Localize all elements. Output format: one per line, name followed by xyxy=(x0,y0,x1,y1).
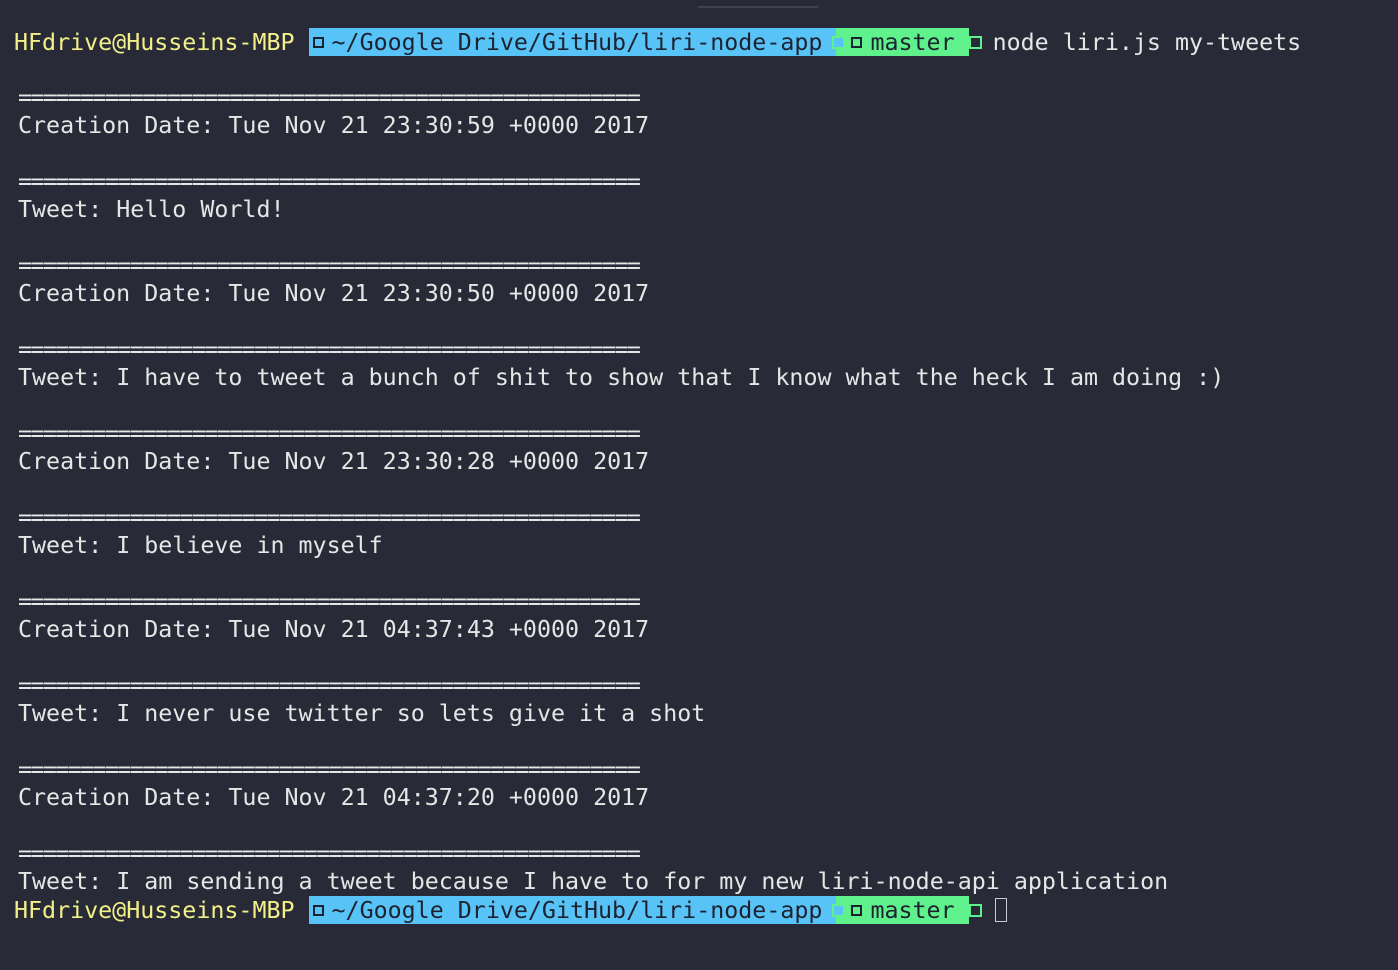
text-cursor[interactable] xyxy=(994,898,1007,922)
separator-line: ========================================… xyxy=(18,840,641,867)
prompt-branch: master xyxy=(870,896,955,924)
output-line: Creation Date: Tue Nov 21 23:30:59 +0000… xyxy=(18,112,650,139)
prompt-line-current[interactable]: HFdrive@Husseins-MBP ~/Google Drive/GitH… xyxy=(0,896,1301,924)
separator-line: ========================================… xyxy=(18,252,641,279)
output-line: Tweet: I never use twitter so lets give … xyxy=(18,700,706,727)
prompt-branch-segment: master xyxy=(832,28,969,56)
prompt-path: ~/Google Drive/GitHub/liri-node-app xyxy=(331,28,823,56)
prompt-user-host: HFdrive@Husseins-MBP xyxy=(14,28,295,56)
separator-line: ========================================… xyxy=(18,168,641,195)
prompt-command: node liri.js my-tweets xyxy=(992,28,1302,56)
output-line: Creation Date: Tue Nov 21 04:37:43 +0000… xyxy=(18,616,650,643)
separator-line: ========================================… xyxy=(18,588,641,615)
segment-end-icon xyxy=(968,35,982,49)
folder-icon xyxy=(312,36,324,48)
separator-line: ========================================… xyxy=(18,420,641,447)
output-line: Tweet: I am sending a tweet because I ha… xyxy=(18,868,1169,895)
separator-line: ========================================… xyxy=(18,756,641,783)
prompt-path: ~/Google Drive/GitHub/liri-node-app xyxy=(331,896,823,924)
segment-divider-icon xyxy=(832,35,846,49)
prompt-line: HFdrive@Husseins-MBP ~/Google Drive/GitH… xyxy=(0,28,1301,56)
separator-line: ========================================… xyxy=(18,672,641,699)
terminal-window[interactable]: HFdrive@Husseins-MBP ~/Google Drive/GitH… xyxy=(0,0,1398,970)
segment-divider-icon xyxy=(832,903,846,917)
output-line: Creation Date: Tue Nov 21 23:30:50 +0000… xyxy=(18,280,650,307)
prompt-branch: master xyxy=(870,28,955,56)
separator-line: ========================================… xyxy=(18,504,641,531)
prompt-user-host: HFdrive@Husseins-MBP xyxy=(14,896,295,924)
branch-icon xyxy=(851,904,863,916)
branch-icon xyxy=(851,36,863,48)
prompt-branch-segment: master xyxy=(832,896,969,924)
output-line: Creation Date: Tue Nov 21 23:30:28 +0000… xyxy=(18,448,650,475)
output-line: Tweet: Hello World! xyxy=(18,196,285,223)
output-line: Tweet: I believe in myself xyxy=(18,532,383,559)
prompt-path-segment: ~/Google Drive/GitHub/liri-node-app xyxy=(308,28,837,56)
terminal-output: HFdrive@Husseins-MBP ~/Google Drive/GitH… xyxy=(14,28,1301,924)
segment-end-icon xyxy=(968,903,982,917)
folder-icon xyxy=(312,904,324,916)
output-line: Tweet: I have to tweet a bunch of shit t… xyxy=(18,364,1225,391)
separator-line: ========================================… xyxy=(18,84,641,111)
title-bar-indicator xyxy=(698,6,818,8)
output-line: Creation Date: Tue Nov 21 04:37:20 +0000… xyxy=(18,784,650,811)
prompt-path-segment: ~/Google Drive/GitHub/liri-node-app xyxy=(308,896,837,924)
separator-line: ========================================… xyxy=(18,336,641,363)
